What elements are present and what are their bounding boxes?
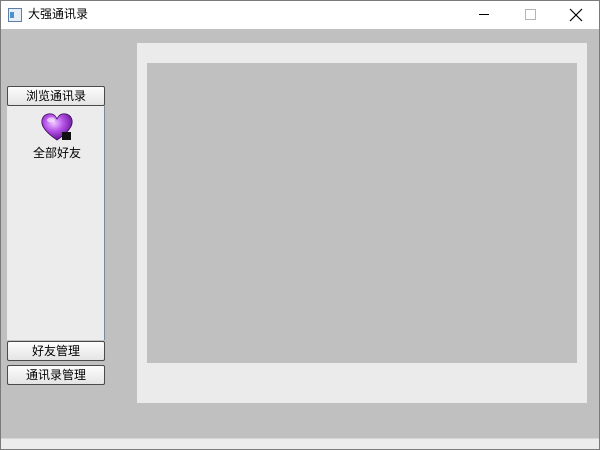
main-panel [137, 43, 587, 403]
title-bar[interactable]: 大强通讯录 [1, 1, 599, 29]
app-icon [8, 8, 22, 22]
purple-heart-icon [41, 113, 73, 141]
minimize-button[interactable] [461, 1, 507, 29]
navigation-toolbox: 浏览通讯录 全部好友 好友管理 通讯录管理 [7, 86, 107, 386]
browse-contacts-page: 全部好友 [7, 106, 105, 340]
window-title: 大强通讯录 [28, 7, 89, 21]
tab-contacts-management[interactable]: 通讯录管理 [7, 365, 105, 385]
close-button[interactable] [553, 1, 599, 29]
maximize-icon [525, 9, 536, 20]
all-friends-item[interactable]: 全部好友 [25, 112, 89, 160]
content-area [147, 63, 577, 363]
all-friends-label: 全部好友 [32, 146, 81, 160]
tab-browse-contacts[interactable]: 浏览通讯录 [7, 86, 105, 106]
tab-friend-management[interactable]: 好友管理 [7, 341, 105, 361]
status-bar [1, 438, 599, 449]
maximize-button[interactable] [507, 1, 553, 29]
close-icon [569, 8, 583, 22]
main-window: 大强通讯录 浏览通讯录 全部好友 好友管理 通讯录管理 [0, 0, 600, 450]
minimize-icon [479, 14, 489, 15]
